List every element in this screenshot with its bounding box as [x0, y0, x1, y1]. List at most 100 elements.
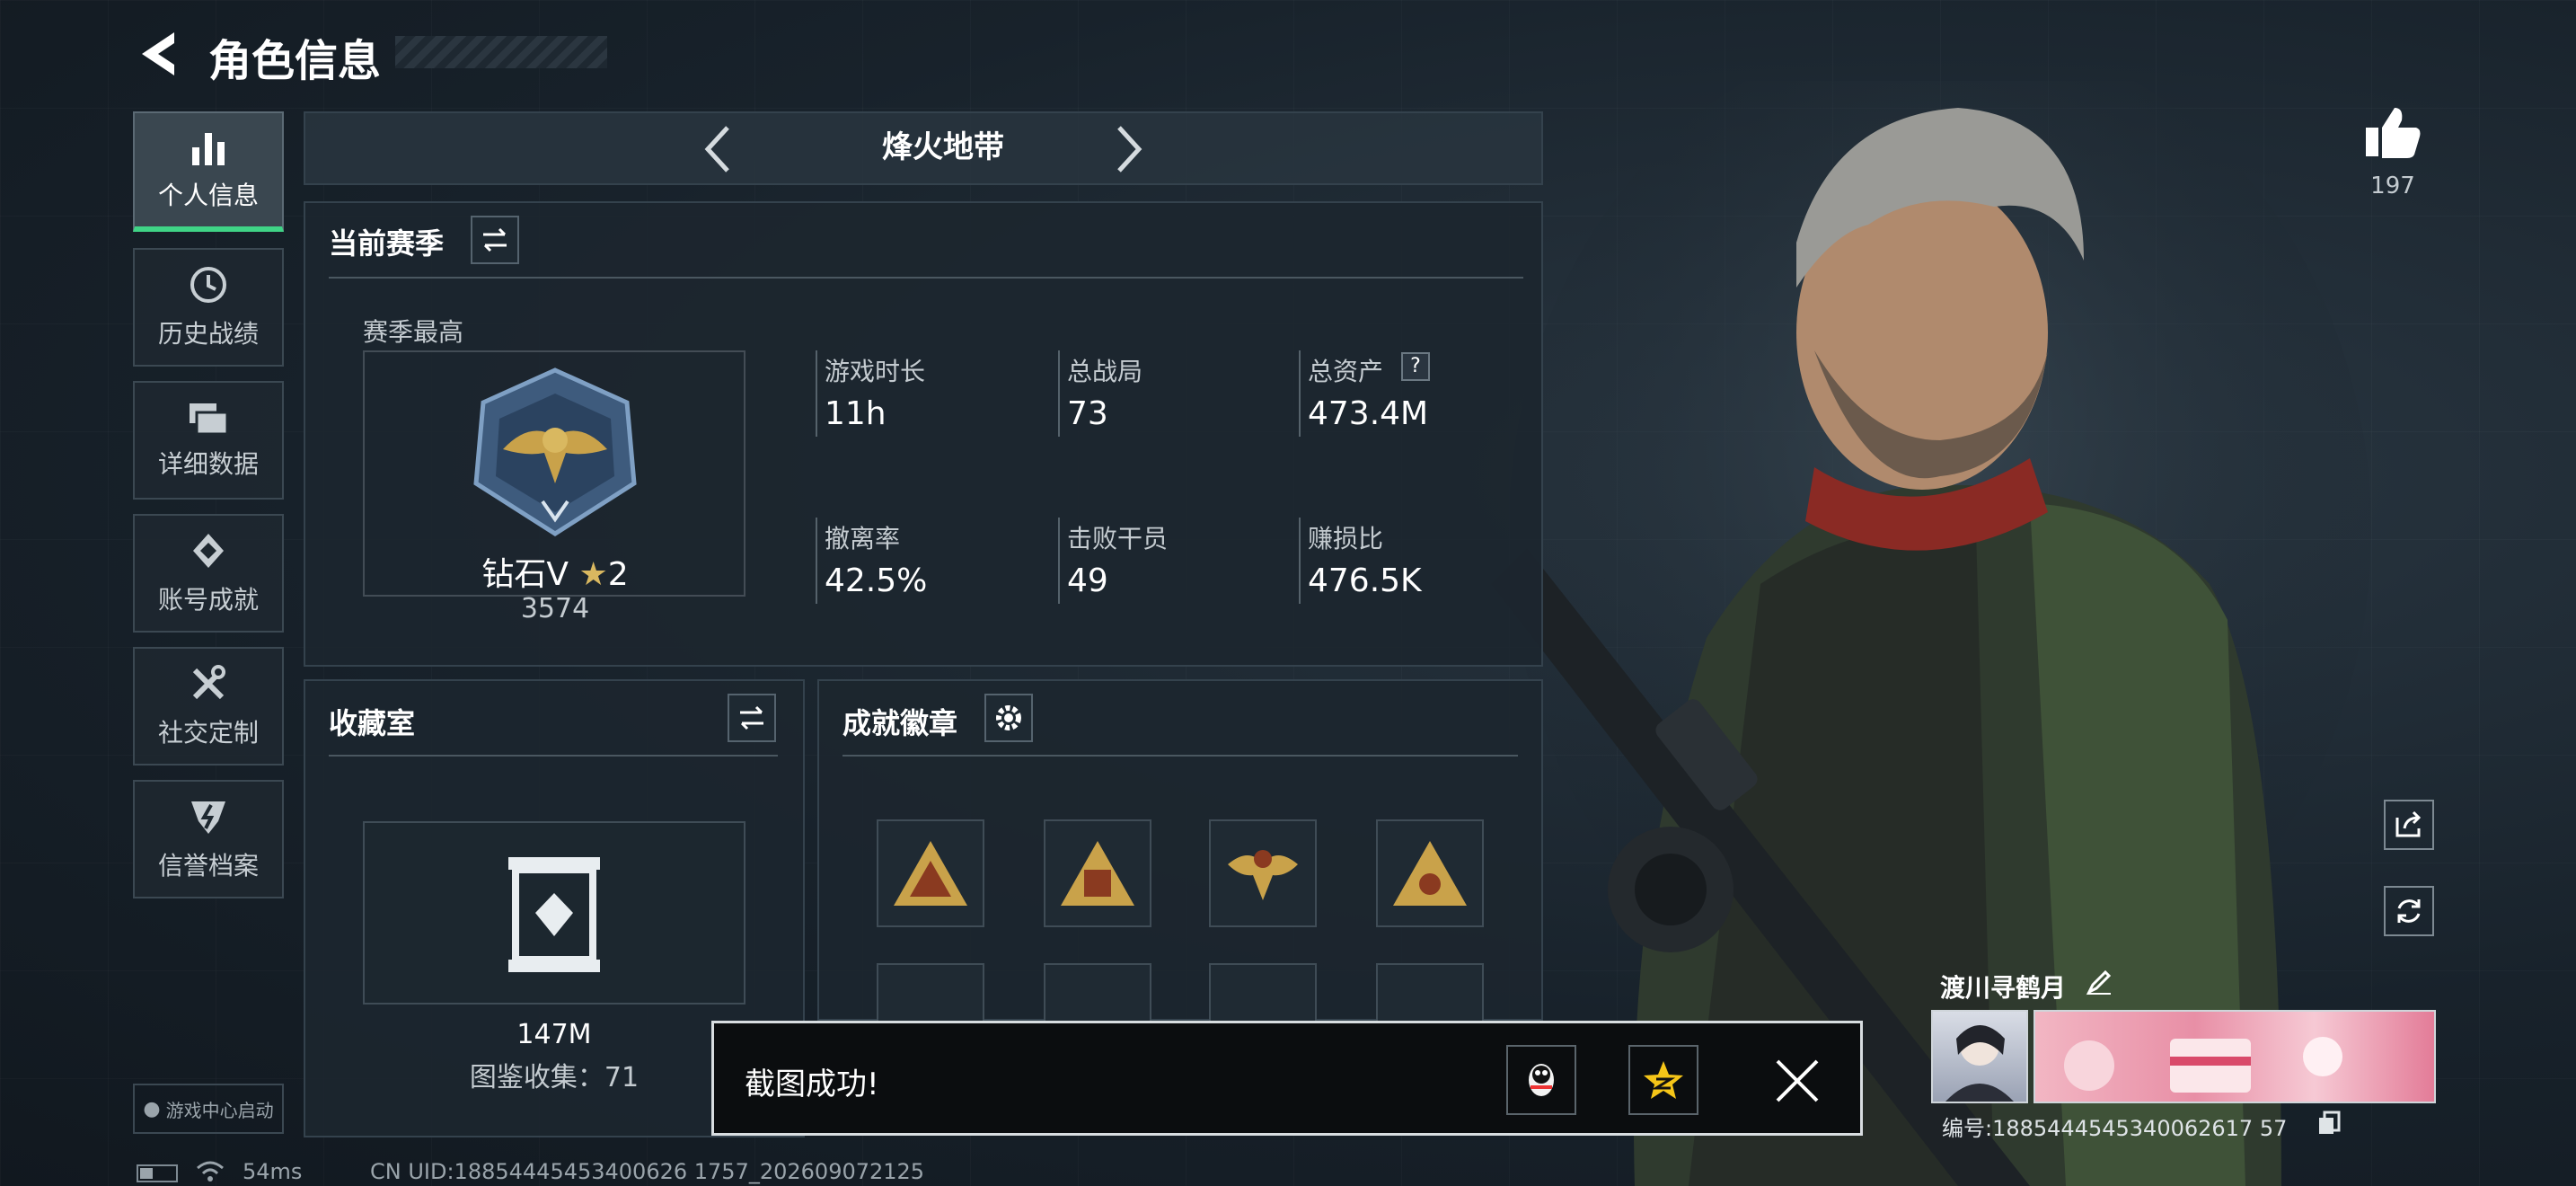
ping: 54ms: [243, 1159, 303, 1184]
badge-slot[interactable]: [877, 819, 984, 927]
badge-slot-empty[interactable]: [1209, 963, 1317, 1021]
refresh-button[interactable]: [2384, 886, 2434, 936]
like-button[interactable]: [2362, 104, 2423, 165]
stat-divider: [816, 518, 817, 604]
sidebar-item-label: 账号成就: [157, 585, 259, 615]
eagle-badge-icon: [1228, 850, 1298, 900]
badge-slot-empty[interactable]: [1376, 963, 1484, 1021]
qzone-star-icon: [1644, 1061, 1683, 1099]
mode-label: 烽火地带: [882, 129, 1004, 165]
gear-icon: [996, 705, 1021, 730]
triangle-badge-icon: [1061, 841, 1134, 906]
sidebar-item-label: 社交定制: [157, 718, 259, 748]
stat-divider: [1299, 350, 1301, 437]
copy-id-button[interactable]: [2317, 1111, 2342, 1137]
player-name: 渡川寻鹤月: [1940, 973, 2067, 1003]
like-count: 197: [2370, 173, 2415, 199]
season-title: 当前赛季: [329, 226, 445, 261]
pencil-icon: [2086, 969, 2112, 996]
stat-value: 42.5%: [825, 562, 928, 599]
badge-slot[interactable]: [1376, 819, 1484, 927]
stat-label: 赚损比: [1308, 524, 1384, 553]
stat-label: 游戏时长: [825, 357, 926, 386]
sidebar-item-history[interactable]: 历史战绩: [133, 248, 284, 367]
divider: [329, 755, 778, 757]
share-button[interactable]: [2384, 800, 2434, 850]
badge-slot[interactable]: [1209, 819, 1317, 927]
diamond-rank-emblem-icon: [473, 367, 637, 536]
qq-icon: ●: [143, 1097, 161, 1120]
badge-slot-empty[interactable]: [1044, 963, 1151, 1021]
collection-catalog: 图鉴收集：71: [469, 1062, 640, 1093]
stat-divider: [1058, 350, 1060, 437]
refresh-icon: [2397, 899, 2421, 923]
share-icon: [2395, 810, 2422, 837]
star-icon: ★: [578, 556, 608, 593]
swap-arrows-icon: [483, 227, 507, 252]
collection-preview[interactable]: [363, 821, 745, 1005]
game-center-label: 游戏中心启动: [165, 1099, 274, 1121]
mode-next-button[interactable]: [1110, 122, 1146, 176]
divider: [842, 755, 1518, 757]
rank-row: 钻石V ★2: [467, 548, 643, 595]
sidebar-item-social[interactable]: 社交定制: [133, 647, 284, 766]
total-assets-help-button[interactable]: ?: [1401, 352, 1430, 381]
edit-name-button[interactable]: [2086, 969, 2116, 999]
back-arrow-icon: [142, 32, 174, 75]
uid-watermark: CN UID:18854445453400626 1757_2026090721…: [370, 1159, 925, 1184]
badges-settings-button[interactable]: [984, 694, 1033, 742]
stat-value: 476.5K: [1308, 562, 1422, 599]
sidebar-item-label: 详细数据: [157, 449, 259, 479]
rank-name: 钻石V: [481, 556, 569, 593]
badge-slot-empty[interactable]: [877, 963, 984, 1021]
chevron-right-icon: [1117, 126, 1142, 173]
stat-value: 11h: [825, 395, 887, 432]
season-best-label: 赛季最高: [363, 317, 464, 347]
stat-value: 49: [1067, 562, 1108, 599]
stat-label: 总战局: [1067, 357, 1143, 386]
stat-value: 73: [1067, 395, 1108, 432]
toast-message: 截图成功!: [745, 1067, 879, 1102]
stat-divider: [1058, 518, 1060, 604]
battery-icon: [137, 1164, 178, 1182]
page-title: 角色信息: [208, 36, 382, 86]
name-card-banner[interactable]: [2033, 1010, 2436, 1103]
sidebar-item-personal-info[interactable]: 个人信息: [133, 111, 284, 232]
sidebar-item-achievements[interactable]: 账号成就: [133, 514, 284, 633]
toast-close-button[interactable]: [1774, 1058, 1821, 1104]
collection-switch-button[interactable]: [728, 694, 776, 742]
divider: [329, 277, 1523, 279]
player-id: 编号:1885444545340062617 57: [1942, 1116, 2288, 1141]
title-decoration: [395, 36, 607, 68]
wifi-icon: [197, 1161, 224, 1182]
rank-score: 3574: [520, 593, 590, 624]
screenshot-toast: 截图成功!: [711, 1021, 1863, 1136]
sidebar-item-credit[interactable]: 信誉档案: [133, 780, 284, 898]
sidebar-item-label: 信誉档案: [157, 851, 259, 881]
badge-slot[interactable]: [1044, 819, 1151, 927]
chevron-left-icon: [704, 126, 729, 173]
sidebar-item-label: 历史战绩: [157, 319, 259, 349]
season-switch-button[interactable]: [471, 216, 519, 264]
triangle-badge-icon: [1393, 841, 1467, 906]
collection-cabinet-icon: [508, 857, 600, 972]
game-center-button[interactable]: ● 游戏中心启动: [133, 1084, 284, 1134]
back-button[interactable]: [135, 27, 180, 81]
folder-icon: [190, 403, 229, 436]
avatar-portrait-icon: [1945, 1025, 2014, 1102]
stat-label: 击败干员: [1067, 524, 1169, 553]
mode-prev-button[interactable]: [701, 122, 737, 176]
sidebar-item-label: 个人信息: [157, 181, 259, 210]
close-icon: [1776, 1059, 1819, 1102]
thumbs-up-icon: [2366, 108, 2421, 158]
history-clock-icon: [190, 267, 226, 303]
collection-value: 147M: [516, 1019, 592, 1050]
share-qzone-button[interactable]: [1628, 1045, 1698, 1115]
share-qq-button[interactable]: [1506, 1045, 1576, 1115]
avatar[interactable]: [1931, 1010, 2028, 1103]
collection-title: 收藏室: [329, 706, 416, 740]
qq-penguin-icon: [1529, 1064, 1554, 1096]
stat-label: 总资产: [1308, 357, 1384, 386]
achievement-icon: [193, 534, 224, 568]
sidebar-item-detailed-data[interactable]: 详细数据: [133, 381, 284, 500]
